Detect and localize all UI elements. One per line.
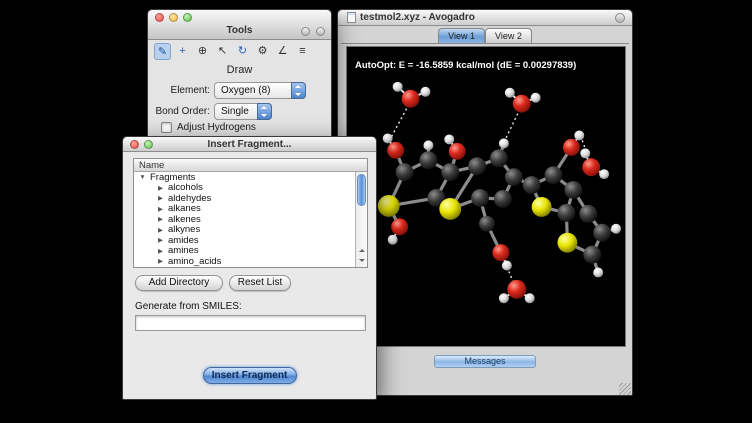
dock-float-button[interactable]	[301, 27, 310, 36]
list-column-header[interactable]: Name	[134, 159, 367, 172]
fragment-traffic-lights	[130, 140, 153, 149]
fragment-item-label: alcohols	[168, 182, 203, 193]
adjust-hydrogens-row: Adjust Hydrogens	[161, 122, 256, 133]
element-row: Element: Oxygen (8)	[148, 82, 331, 99]
fragment-tree-list[interactable]: Name ▼ Fragments ▶ alcohols ▶ aldehydes …	[133, 158, 368, 268]
align-tool-icon[interactable]: ≡	[294, 43, 311, 60]
tools-window-titlebar[interactable]: Tools	[148, 10, 331, 40]
view-tabbar: View 1 View 2	[338, 28, 632, 43]
zoom-button[interactable]	[144, 140, 153, 149]
fragment-root-label: Fragments	[150, 172, 195, 183]
autoopt-status-text: AutoOpt: E = -16.5859 kcal/mol (dE = 0.0…	[355, 60, 576, 71]
draw-section-label: Draw	[148, 64, 331, 76]
insert-fragment-window: Insert Fragment... Name ▼ Fragments ▶ al…	[122, 136, 377, 400]
bond-order-select[interactable]: Single	[214, 103, 272, 120]
document-proxy-icon	[347, 12, 356, 23]
disclosure-collapsed-icon[interactable]: ▶	[156, 205, 165, 213]
fragment-item-label: alkanes	[168, 203, 201, 214]
dock-close-button[interactable]	[316, 27, 325, 36]
dropdown-stepper-icon	[291, 82, 306, 99]
bond-order-row: Bond Order: Single	[148, 103, 331, 120]
avogadro-main-window: testmol2.xyz - Avogadro View 1 View 2	[337, 9, 633, 396]
toolbar-toggle-button[interactable]	[615, 13, 625, 23]
reset-list-button[interactable]: Reset List	[229, 275, 291, 291]
bond-order-select-value: Single	[221, 106, 249, 117]
main-window-titlebar[interactable]: testmol2.xyz - Avogadro	[338, 10, 632, 26]
element-select-value: Oxygen (8)	[221, 85, 270, 96]
fragment-item-alkenes[interactable]: ▶ alkenes	[134, 214, 367, 225]
hydrogen-bond-dotted-lines	[392, 109, 589, 284]
molecule-atoms	[378, 82, 621, 303]
disclosure-collapsed-icon[interactable]: ▶	[156, 236, 165, 244]
disclosure-collapsed-icon[interactable]: ▶	[156, 247, 165, 255]
smiles-input[interactable]	[135, 315, 366, 331]
disclosure-collapsed-icon[interactable]: ▶	[156, 257, 165, 265]
bond-centric-tool-icon[interactable]: ⊕	[194, 43, 211, 60]
molecule-viewport[interactable]: AutoOpt: E = -16.5859 kcal/mol (dE = 0.0…	[346, 46, 626, 347]
insert-fragment-button[interactable]: Insert Fragment	[203, 367, 297, 384]
fragment-item-label: aldehydes	[168, 193, 211, 204]
element-select[interactable]: Oxygen (8)	[214, 82, 306, 99]
close-button[interactable]	[130, 140, 139, 149]
smiles-label: Generate from SMILES:	[135, 301, 242, 312]
navigate-tool-icon[interactable]: +	[174, 43, 191, 60]
fragment-item-amines[interactable]: ▶ amines	[134, 246, 367, 257]
fragment-item-label: amino_acids	[168, 256, 221, 267]
tool-selector-toolbar: ✎ + ⊕ ↖ ↻ ⚙ ∠ ≡	[154, 43, 311, 60]
dock-buttons	[301, 27, 325, 36]
fragment-item-label: amines	[168, 245, 199, 256]
add-directory-button[interactable]: Add Directory	[135, 275, 223, 291]
scrollbar-thumb[interactable]	[357, 174, 366, 206]
minimize-button[interactable]	[169, 13, 178, 22]
fragment-item-label: amides	[168, 235, 199, 246]
fragment-item-label: alkenes	[168, 214, 201, 225]
fragment-item-alkynes[interactable]: ▶ alkynes	[134, 225, 367, 236]
zoom-button[interactable]	[183, 13, 192, 22]
fragment-window-title: Insert Fragment...	[208, 139, 292, 150]
tools-traffic-lights	[155, 13, 192, 22]
fragment-window-titlebar[interactable]: Insert Fragment...	[123, 137, 376, 152]
fragment-list-scrollbar[interactable]	[355, 172, 367, 267]
resize-grip[interactable]	[619, 383, 631, 395]
dropdown-stepper-icon	[257, 103, 272, 120]
fragment-item-amino-acids[interactable]: ▶ amino_acids	[134, 256, 367, 267]
fragment-item-alkanes[interactable]: ▶ alkanes	[134, 204, 367, 215]
fragment-item-amides[interactable]: ▶ amides	[134, 235, 367, 246]
molecule-render	[347, 47, 625, 346]
element-label: Element:	[148, 82, 210, 99]
fragment-item-alcohols[interactable]: ▶ alcohols	[134, 183, 367, 194]
fragment-tree-root[interactable]: ▼ Fragments	[134, 172, 367, 183]
draw-tool-icon[interactable]: ✎	[154, 43, 171, 60]
auto-rotate-tool-icon[interactable]: ↻	[234, 43, 251, 60]
tab-view-2[interactable]: View 2	[485, 28, 532, 43]
disclosure-collapsed-icon[interactable]: ▶	[156, 215, 165, 223]
messages-button[interactable]: Messages	[434, 355, 536, 368]
close-button[interactable]	[155, 13, 164, 22]
selection-tool-icon[interactable]: ↖	[214, 43, 231, 60]
main-window-title: testmol2.xyz - Avogadro	[360, 12, 475, 23]
fragment-item-label: alkynes	[168, 224, 200, 235]
disclosure-collapsed-icon[interactable]: ▶	[156, 184, 165, 192]
adjust-hydrogens-label: Adjust Hydrogens	[177, 122, 256, 133]
desktop: testmol2.xyz - Avogadro View 1 View 2	[0, 0, 752, 423]
fragment-item-aldehydes[interactable]: ▶ aldehydes	[134, 193, 367, 204]
disclosure-expanded-icon[interactable]: ▼	[138, 174, 147, 181]
scroll-up-button[interactable]	[356, 247, 367, 256]
disclosure-collapsed-icon[interactable]: ▶	[156, 226, 165, 234]
auto-optimize-tool-icon[interactable]: ⚙	[254, 43, 271, 60]
adjust-hydrogens-checkbox[interactable]	[161, 122, 172, 133]
tab-pane-border	[341, 43, 629, 44]
main-window-content: View 1 View 2	[338, 26, 632, 396]
disclosure-collapsed-icon[interactable]: ▶	[156, 194, 165, 202]
measure-tool-icon[interactable]: ∠	[274, 43, 291, 60]
bond-order-label: Bond Order:	[148, 103, 210, 120]
tab-view-1[interactable]: View 1	[438, 28, 485, 43]
scroll-down-button[interactable]	[356, 256, 367, 265]
